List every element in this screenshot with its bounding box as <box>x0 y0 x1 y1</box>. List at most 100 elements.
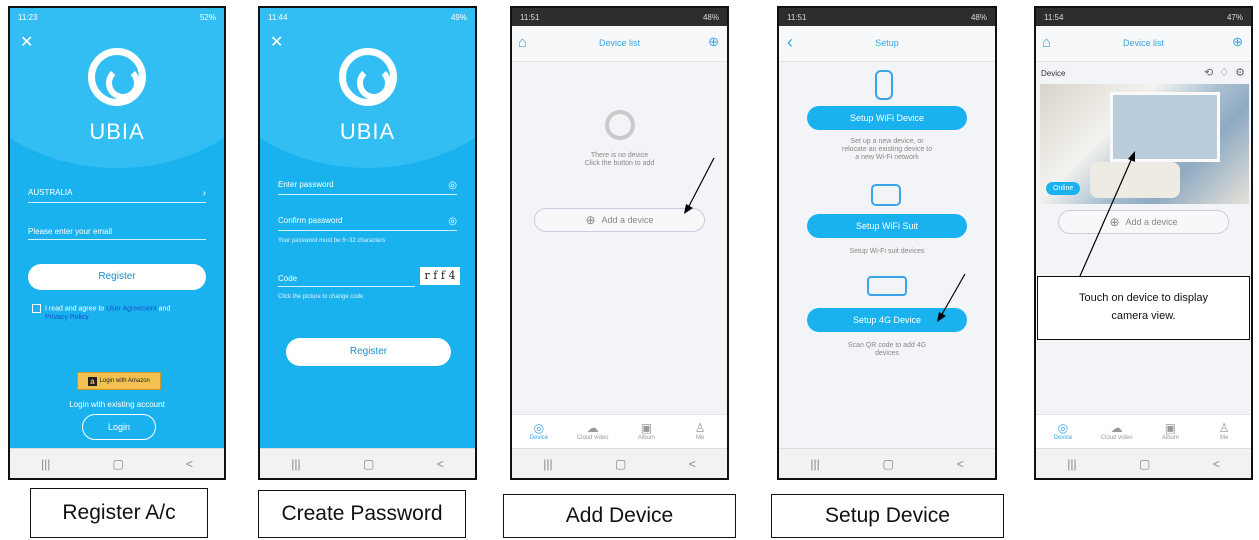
password-field[interactable]: Enter password ◎ <box>278 180 457 195</box>
add-device-label: Add a device <box>1125 217 1178 227</box>
album-icon: ▣ <box>1164 421 1177 435</box>
caption-create-password: Create Password <box>258 490 466 538</box>
ubia-logo-icon <box>338 48 397 106</box>
tab-me[interactable]: ♙ Me <box>1197 421 1251 442</box>
status-time: 11:23 <box>18 12 38 22</box>
tab-label: Device <box>1053 435 1073 441</box>
system-nav-bar: ||| ▢ < <box>512 448 727 478</box>
and-text: and <box>158 305 171 313</box>
empty-line-1: There is no device <box>590 152 649 159</box>
tab-label: Me <box>695 435 705 441</box>
recent-apps-button[interactable]: ||| <box>1067 457 1076 471</box>
battery-level: 49% <box>450 12 467 22</box>
tab-device[interactable]: ◎ Device <box>512 422 566 442</box>
wifi-suit-description: Setup Wi-Fi suit devices <box>849 248 925 255</box>
eye-hidden-icon[interactable]: ◎ <box>448 180 457 191</box>
tab-label: Me <box>1219 435 1229 441</box>
window-frame <box>1110 92 1220 162</box>
back-button[interactable]: < <box>437 457 444 471</box>
brand-name: UBIA <box>89 119 145 144</box>
sofa <box>1090 162 1180 198</box>
alarm-icon[interactable]: ♢ <box>1219 66 1229 79</box>
tab-album[interactable]: ▣ Album <box>1144 421 1198 442</box>
battery-level: 48% <box>702 12 719 22</box>
camera-wifi-icon <box>875 70 893 100</box>
register-button[interactable]: Register <box>286 338 451 366</box>
add-device-button[interactable]: ⊕ Add a device <box>1058 210 1229 234</box>
page-title: Setup <box>875 38 899 48</box>
tooltip-callout: Touch on device to display camera view. <box>1037 276 1250 340</box>
app-header: ⌂ Device list ⊕ <box>512 26 727 62</box>
status-bar: 11:54 47% <box>1036 8 1251 26</box>
tab-cloud-video[interactable]: ☁ Cloud video <box>1090 421 1144 442</box>
recent-apps-button[interactable]: ||| <box>543 457 552 471</box>
battery-level: 52% <box>199 12 216 22</box>
back-button[interactable]: < <box>1213 457 1220 471</box>
camera-preview[interactable]: Online <box>1040 84 1249 204</box>
tab-album[interactable]: ▣ Album <box>620 421 674 442</box>
tab-device[interactable]: ◎ Device <box>1036 421 1090 442</box>
system-nav-bar: ||| ▢ < <box>10 448 224 478</box>
caption-register: Register A/c <box>30 488 208 538</box>
setup-4g-device-button[interactable]: Setup 4G Device <box>807 308 967 332</box>
email-field[interactable]: Please enter your email <box>28 227 206 240</box>
user-agreement-link[interactable]: User Agreement <box>106 305 157 312</box>
home-button[interactable]: ▢ <box>615 457 626 471</box>
tab-label: Cloud video <box>1100 435 1133 441</box>
eye-hidden-icon[interactable]: ◎ <box>448 216 457 227</box>
page-title: Device list <box>1122 38 1164 48</box>
captcha-image[interactable]: r f f 4 <box>420 267 460 285</box>
add-circle-icon[interactable]: ⊕ <box>708 34 719 50</box>
back-button[interactable]: < <box>186 457 193 471</box>
confirm-password-field[interactable]: Confirm password ◎ <box>278 216 457 231</box>
4g-camera-icon <box>867 276 907 296</box>
back-button[interactable]: < <box>957 457 964 471</box>
login-with-amazon-button[interactable]: a Login with Amazon <box>77 372 161 390</box>
home-button[interactable]: ▢ <box>1139 457 1150 471</box>
tooltip-line-2: camera view. <box>1111 310 1176 322</box>
bottom-tab-bar: ◎ Device ☁ Cloud video ▣ Album ♙ Me <box>1036 414 1251 448</box>
device-actions: ⟲ ♢ ⚙ <box>1204 66 1245 79</box>
brand-logo: UBIA <box>10 48 224 145</box>
privacy-policy-link[interactable]: Privacy Policy <box>45 314 89 321</box>
code-field[interactable]: Code <box>278 274 415 287</box>
cloud-sync-icon[interactable]: ⟲ <box>1204 66 1213 79</box>
recent-apps-button[interactable]: ||| <box>291 457 300 471</box>
existing-account-text: Login with existing account <box>69 400 165 409</box>
code-hint: Click the picture to change code <box>278 294 364 300</box>
desc-line: relocate an existing device to <box>841 146 933 153</box>
page-title: Device list <box>598 38 640 48</box>
album-icon: ▣ <box>640 421 653 435</box>
home-button[interactable]: ▢ <box>882 457 893 471</box>
status-time: 11:44 <box>268 12 288 22</box>
caption-setup-device: Setup Device <box>771 494 1004 538</box>
agree-checkbox[interactable] <box>32 304 41 313</box>
tab-cloud-video[interactable]: ☁ Cloud video <box>566 422 620 442</box>
device-list-camera-screen: 11:54 47% ⌂ Device list ⊕ Device ⟲ ♢ ⚙ O… <box>1034 6 1253 480</box>
cloud-icon: ☁ <box>1110 421 1123 435</box>
status-bar: 11:44 49% <box>260 8 475 26</box>
status-time: 11:51 <box>520 12 540 22</box>
recent-apps-button[interactable]: ||| <box>810 457 819 471</box>
system-nav-bar: ||| ▢ < <box>779 448 995 478</box>
setup-wifi-suit-button[interactable]: Setup WiFi Suit <box>807 214 967 238</box>
person-icon: ♙ <box>1218 421 1230 435</box>
setup-wifi-device-button[interactable]: Setup WiFi Device <box>807 106 967 130</box>
email-placeholder: Please enter your email <box>28 227 113 236</box>
register-button[interactable]: Register <box>28 264 206 290</box>
confirm-placeholder: Confirm password <box>278 216 343 225</box>
add-device-button[interactable]: ⊕ Add a device <box>534 208 705 232</box>
home-button[interactable]: ▢ <box>363 457 374 471</box>
login-button[interactable]: Login <box>82 414 156 440</box>
wifi-suit-icon <box>871 184 901 206</box>
recent-apps-button[interactable]: ||| <box>41 457 50 471</box>
country-selector[interactable]: AUSTRALIA › <box>28 188 206 203</box>
system-nav-bar: ||| ▢ < <box>260 448 475 478</box>
home-button[interactable]: ▢ <box>113 457 124 471</box>
device-tab-icon: ◎ <box>1057 421 1069 435</box>
add-circle-icon[interactable]: ⊕ <box>1232 34 1243 50</box>
tab-me[interactable]: ♙ Me <box>673 422 727 442</box>
empty-line-2: Click the button to add <box>584 160 655 167</box>
back-button[interactable]: < <box>689 457 696 471</box>
settings-gear-icon[interactable]: ⚙ <box>1235 66 1245 79</box>
